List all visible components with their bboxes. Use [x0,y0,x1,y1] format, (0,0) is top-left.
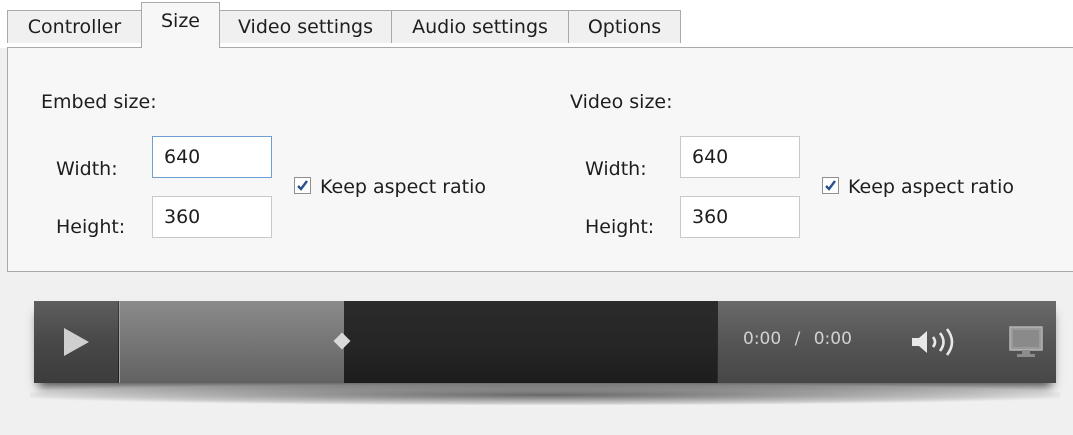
tab-audio-settings[interactable]: Audio settings [391,10,569,43]
play-button[interactable] [34,301,118,383]
video-keep-aspect-label[interactable]: Keep aspect ratio [848,176,1014,198]
time-separator: / [794,329,801,349]
media-player: 0:00 / 0:00 [34,301,1056,383]
time-total: 0:00 [813,329,852,349]
tab-controller[interactable]: Controller [7,10,142,43]
time-current: 0:00 [743,329,782,349]
fullscreen-button[interactable] [1008,325,1044,359]
play-icon [64,328,89,356]
embed-size-label: Embed size: [41,91,157,113]
video-height-label: Height: [585,216,655,238]
volume-icon [912,328,954,356]
embed-height-label: Height: [56,216,126,238]
progress-played[interactable] [119,301,344,383]
checkmark-icon [825,180,836,191]
video-keep-aspect-checkbox[interactable] [822,177,839,194]
time-display: 0:00 / 0:00 [743,329,852,349]
tab-options[interactable]: Options [568,10,681,43]
size-panel: Embed size: Width: Height: Keep aspect r… [7,47,1073,272]
tab-video-settings[interactable]: Video settings [219,10,392,43]
video-size-label: Video size: [570,91,673,113]
checkmark-icon [297,180,308,191]
player-shadow [30,385,1060,405]
embed-keep-aspect-label[interactable]: Keep aspect ratio [320,176,486,198]
video-height-input[interactable] [680,196,800,238]
embed-keep-aspect-checkbox[interactable] [294,177,311,194]
embed-height-input[interactable] [152,196,272,238]
tab-size[interactable]: Size [141,2,220,48]
embed-width-label: Width: [56,158,118,180]
embed-width-input[interactable] [152,136,272,178]
fullscreen-icon [1009,326,1043,357]
video-width-label: Width: [585,158,647,180]
tab-strip: Controller Size Video settings Audio set… [0,0,1073,48]
volume-button[interactable] [910,328,966,356]
progress-track[interactable] [344,301,717,383]
video-width-input[interactable] [680,136,800,178]
